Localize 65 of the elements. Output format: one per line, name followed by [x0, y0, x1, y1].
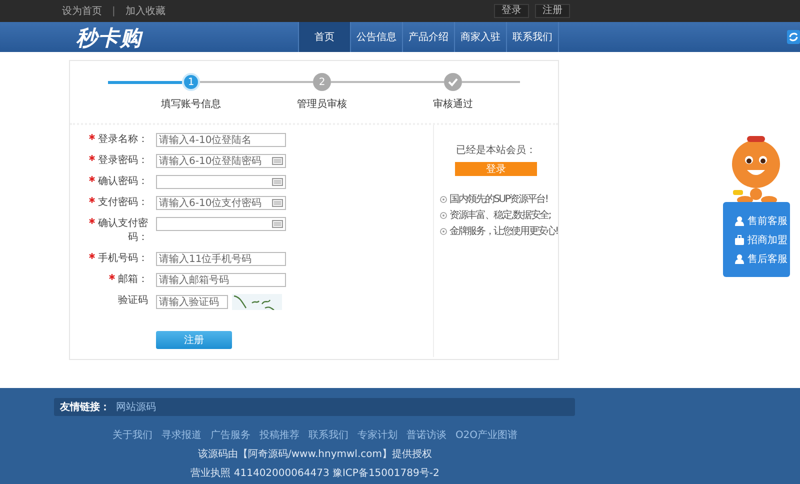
bullet-icon	[440, 212, 447, 218]
friend-links-label: 友情链接：	[60, 400, 110, 414]
bullet-icon	[440, 196, 447, 202]
footer-link[interactable]: 寻求报道	[161, 428, 202, 442]
top-link[interactable]: 设为首页	[62, 4, 102, 18]
footer-link[interactable]: 普诺访谈	[406, 428, 446, 442]
nav-tab[interactable]: 产品介绍	[403, 22, 455, 52]
footer-link[interactable]: 联系我们	[308, 428, 348, 442]
field-label: 登录密码：	[70, 154, 148, 168]
captcha-field[interactable]: 请输入验证码	[156, 295, 228, 309]
nav-tab[interactable]: 商家入驻	[455, 22, 507, 52]
field-label: 邮箱：	[70, 273, 148, 287]
login-button[interactable]: 登录	[454, 162, 537, 176]
service-link[interactable]: 售前客服	[734, 214, 788, 228]
nav-tab[interactable]: 联系我们	[507, 22, 559, 52]
keyboard-icon[interactable]	[272, 178, 283, 186]
separator-text: |	[112, 6, 116, 16]
register-button[interactable]: 注册	[156, 331, 232, 349]
keyboard-icon[interactable]	[272, 199, 283, 207]
field-label: 支付密码：	[70, 196, 148, 210]
keyboard-icon[interactable]	[272, 157, 283, 165]
service-link[interactable]: 售后客服	[734, 252, 788, 266]
nav-tab[interactable]: 公告信息	[351, 22, 403, 52]
footer-link[interactable]: 关于我们	[112, 428, 152, 442]
nav-tab[interactable]: 首页	[299, 22, 351, 52]
friend-link[interactable]: 网站源码	[116, 400, 156, 414]
step-label: 管理员审核	[297, 98, 347, 111]
person-icon	[734, 216, 744, 226]
field-label: 手机号码：	[70, 252, 148, 266]
keyboard-icon[interactable]	[272, 220, 283, 228]
account-button[interactable]: 注册	[535, 4, 570, 18]
field-label: 确认支付密码：	[88, 217, 148, 245]
step-number: 2	[313, 73, 331, 91]
input-field[interactable]: 请输入邮箱号码	[156, 273, 286, 287]
footer-text: 营业执照 411402000064473 豫ICP备15001789号-2	[190, 466, 440, 480]
password-field[interactable]: 请输入6-10位登陆密码	[156, 154, 286, 168]
service-link[interactable]: 招商加盟	[734, 233, 788, 247]
step-label: 审核通过	[433, 98, 473, 111]
footer-link[interactable]: 专家计划	[357, 428, 398, 442]
member-prompt: 已经是本站会员：	[456, 144, 536, 157]
footer-link[interactable]: 广告服务	[210, 428, 250, 442]
password-field[interactable]	[156, 175, 286, 189]
step-label: 填写账号信息	[161, 98, 221, 111]
input-field[interactable]: 请输入11位手机号码	[156, 252, 286, 266]
site-logo[interactable]: 秒卡购	[76, 25, 298, 52]
feature-text: 国内领先的SUP资源平台!	[450, 192, 548, 206]
sync-icon[interactable]	[787, 30, 800, 44]
password-field[interactable]: 请输入6-10位支付密码	[156, 196, 286, 210]
captcha-image[interactable]	[232, 294, 282, 310]
person-icon	[734, 254, 744, 264]
password-field[interactable]	[156, 217, 286, 231]
top-link[interactable]: 加入收藏	[125, 4, 166, 18]
footer-link[interactable]: O2O产业图谱	[455, 428, 518, 442]
field-label: 确认密码：	[70, 175, 148, 189]
input-field[interactable]: 请输入4-10位登陆名	[156, 133, 286, 147]
field-label: 登录名称：	[70, 133, 148, 147]
account-button[interactable]: 登录	[494, 4, 529, 18]
footer-link[interactable]: 投稿推荐	[259, 428, 300, 442]
footer-text: 该源码由【阿奇源码/www.hnymwl.com】提供授权	[197, 448, 433, 461]
feature-text: 资源丰富、稳定,数据安全;	[450, 208, 551, 222]
briefcase-icon	[734, 235, 744, 245]
field-label: 验证码	[117, 294, 148, 308]
bullet-icon	[440, 228, 447, 234]
step-number: 1	[182, 73, 200, 91]
feature-text: 金牌服务，让您使用更安心!	[450, 224, 558, 238]
